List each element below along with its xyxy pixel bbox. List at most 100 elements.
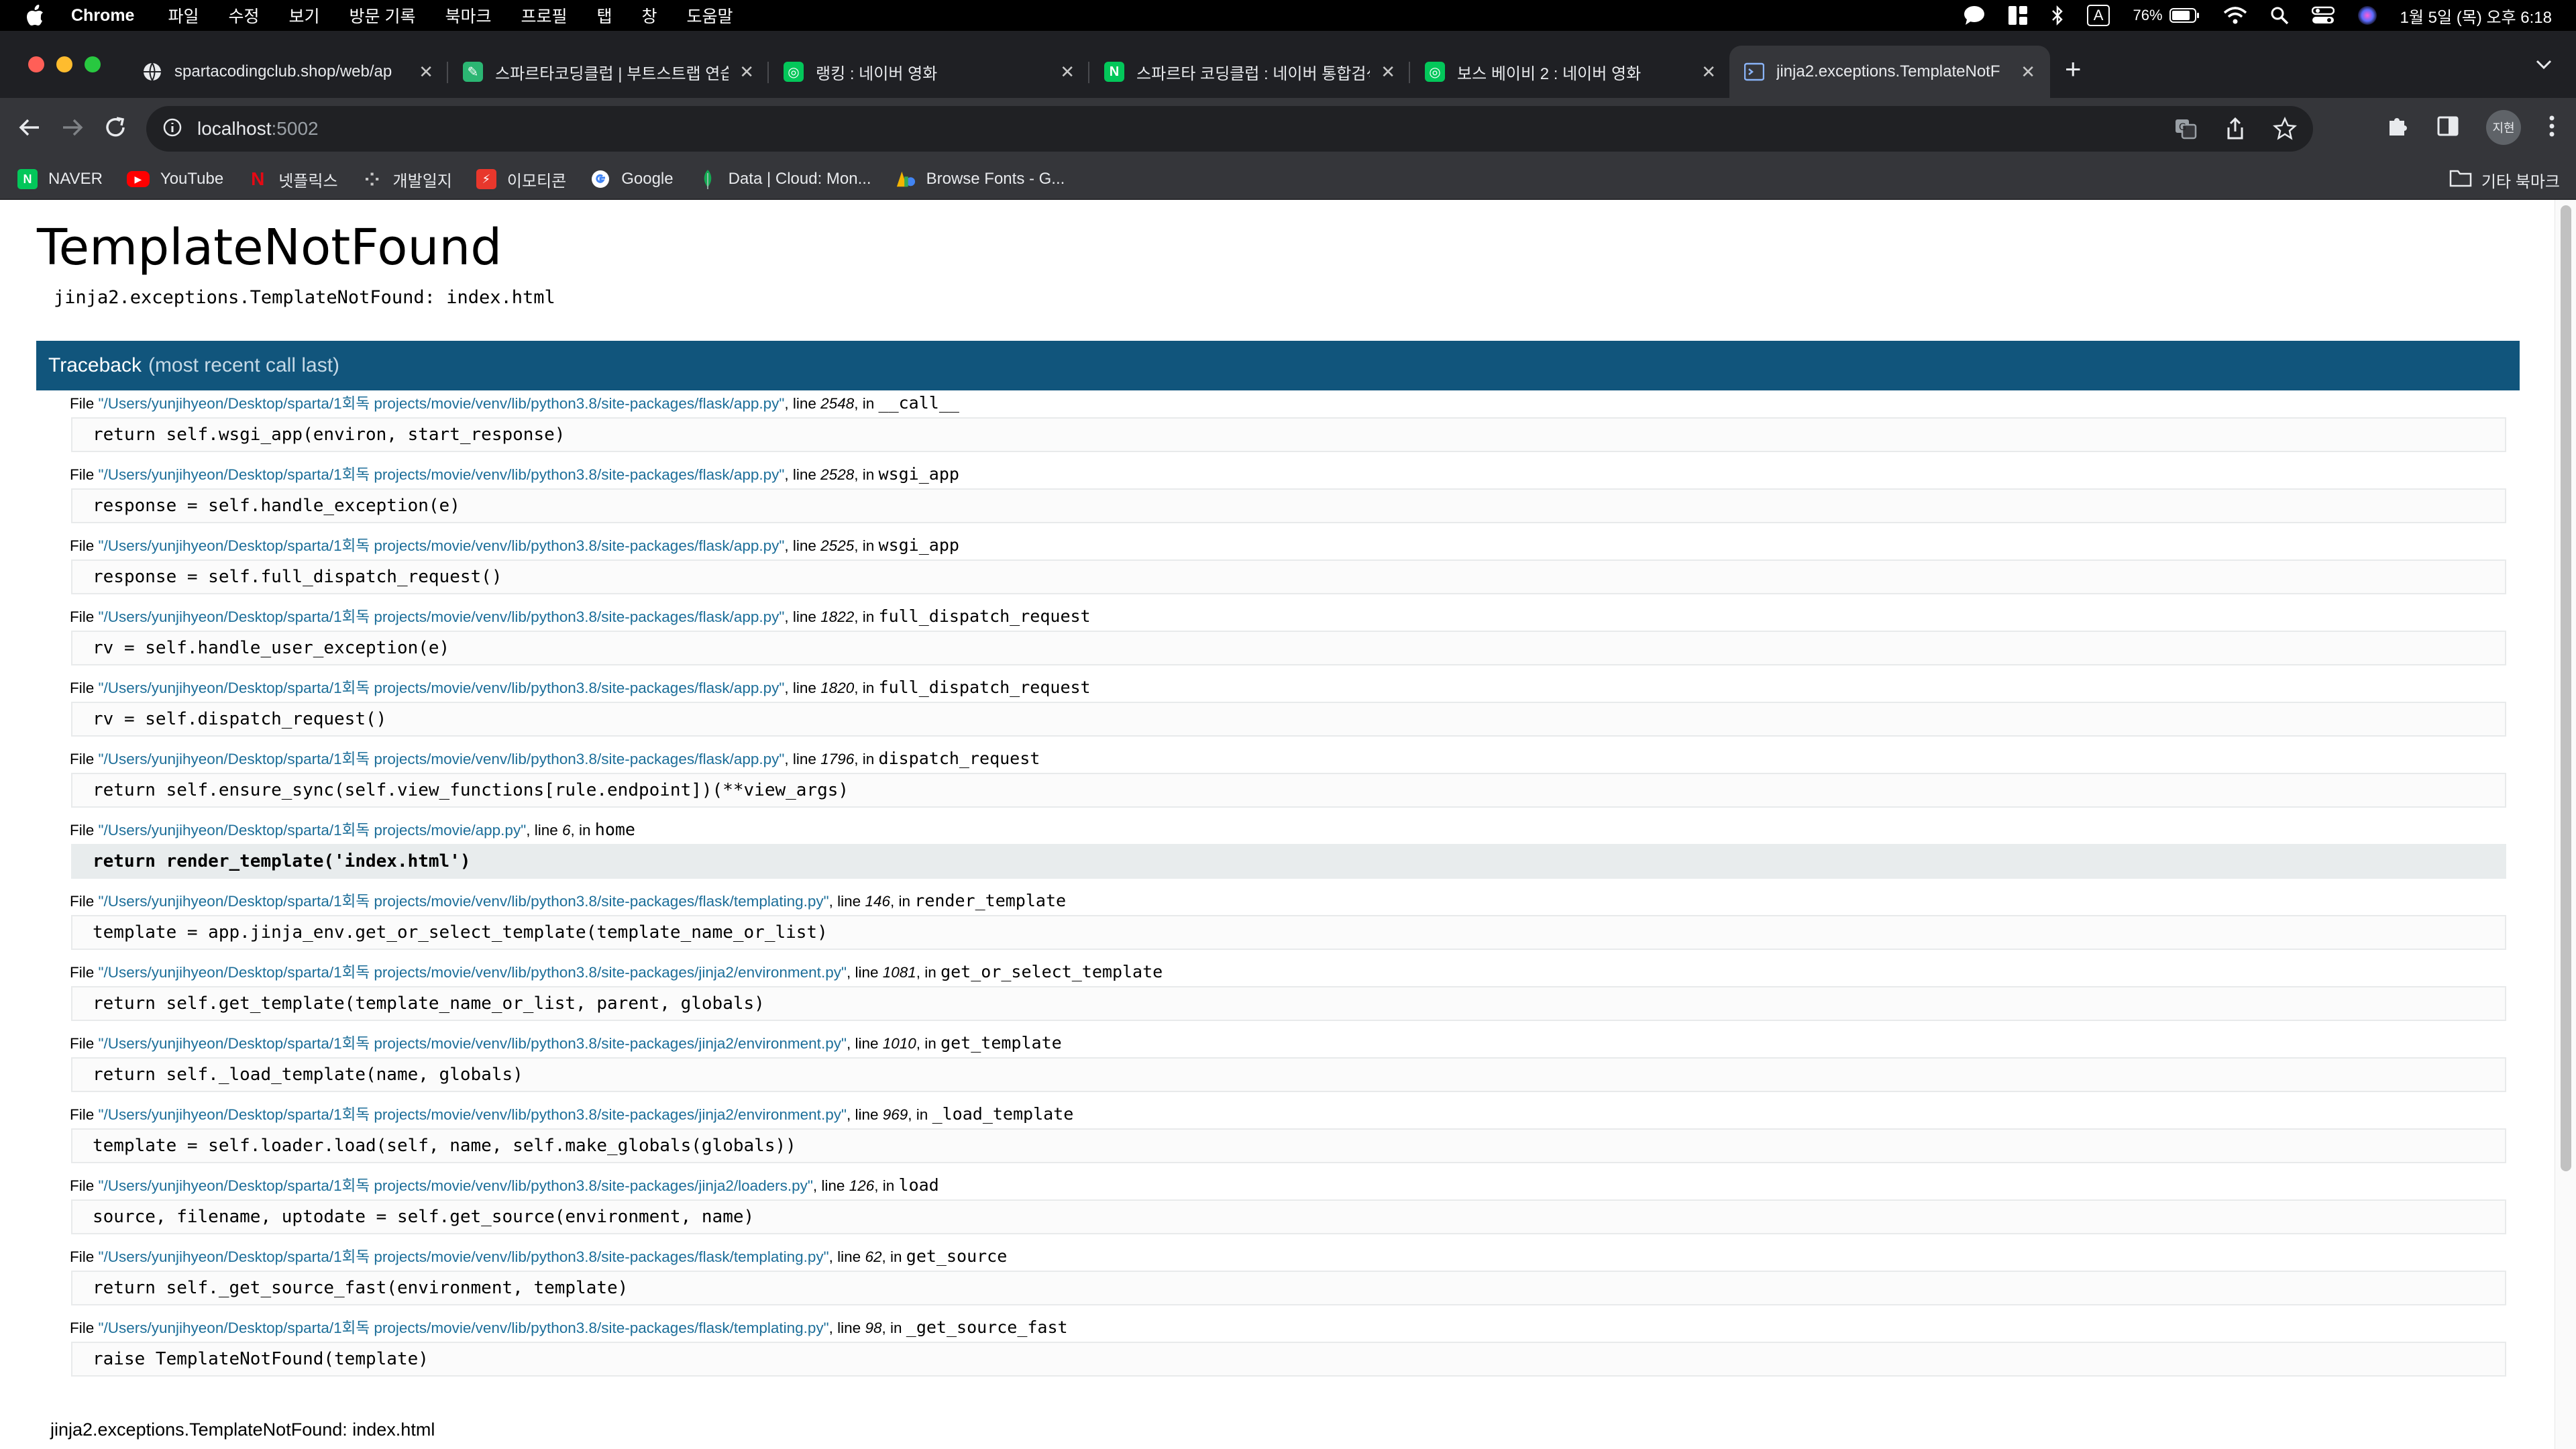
new-tab-plus-icon[interactable]: + [2065, 55, 2082, 83]
menu-history[interactable]: 방문 기록 [350, 3, 416, 28]
frame-source-line[interactable]: response = self.handle_exception(e) [71, 488, 2506, 523]
info-icon[interactable] [162, 117, 182, 141]
tab-naver-movie-bossbaby[interactable]: ◎ 보스 베이비 2 : 네이버 영화 ✕ [1410, 46, 1731, 98]
frame-file-path[interactable]: "/Users/yunjihyeon/Desktop/sparta/1회독 pr… [99, 537, 785, 554]
share-icon[interactable] [2224, 117, 2246, 144]
menu-help[interactable]: 도움말 [687, 3, 733, 28]
scrollbar-thumb[interactable] [2561, 205, 2571, 1171]
grid-app-icon[interactable] [2008, 5, 2028, 25]
frame-source-line[interactable]: source, filename, uptodate = self.get_so… [71, 1199, 2506, 1234]
menubar-clock[interactable]: 1월 5일 (목) 오후 6:18 [2400, 4, 2552, 28]
menu-app-chrome[interactable]: Chrome [71, 6, 134, 25]
side-panel-icon[interactable] [2436, 115, 2459, 141]
address-bar[interactable]: localhost:5002 G [146, 106, 2313, 152]
frame-file-path[interactable]: "/Users/yunjihyeon/Desktop/sparta/1회독 pr… [99, 680, 785, 696]
input-source-icon[interactable]: A [2086, 5, 2110, 26]
frame-source-line[interactable]: rv = self.dispatch_request() [71, 702, 2506, 737]
bluetooth-icon[interactable] [2051, 5, 2064, 26]
frame-file-path[interactable]: "/Users/yunjihyeon/Desktop/sparta/1회독 pr… [99, 751, 785, 767]
bookmark-google-fonts[interactable]: Browse Fonts - G... [896, 169, 1065, 189]
traceback-frame[interactable]: File "/Users/yunjihyeon/Desktop/sparta/1… [36, 1173, 2520, 1244]
traceback-frame[interactable]: File "/Users/yunjihyeon/Desktop/sparta/1… [36, 817, 2520, 888]
frame-file-path[interactable]: "/Users/yunjihyeon/Desktop/sparta/1회독 pr… [99, 822, 527, 839]
reload-icon[interactable] [102, 114, 129, 144]
address-url[interactable]: localhost:5002 [197, 118, 319, 140]
traceback-frame[interactable]: File "/Users/yunjihyeon/Desktop/sparta/1… [36, 1315, 2520, 1386]
menu-bookmarks[interactable]: 북마크 [445, 3, 491, 28]
frame-source-line[interactable]: template = self.loader.load(self, name, … [71, 1128, 2506, 1163]
frame-source-line[interactable]: return self.get_template(template_name_o… [71, 986, 2506, 1021]
other-bookmarks[interactable]: 기타 북마크 [2449, 160, 2560, 200]
traceback-frame[interactable]: File "/Users/yunjihyeon/Desktop/sparta/1… [36, 746, 2520, 817]
frame-source-line[interactable]: raise TemplateNotFound(template) [71, 1342, 2506, 1377]
bookmark-star-icon[interactable] [2272, 116, 2298, 144]
traceback-frame[interactable]: File "/Users/yunjihyeon/Desktop/sparta/1… [36, 675, 2520, 746]
tab-close-icon[interactable]: ✕ [1701, 62, 1716, 83]
frame-source-line[interactable]: rv = self.handle_user_exception(e) [71, 631, 2506, 665]
frame-source-line[interactable]: response = self.full_dispatch_request() [71, 559, 2506, 594]
translate-icon[interactable]: G [2174, 117, 2198, 144]
frame-file-path[interactable]: "/Users/yunjihyeon/Desktop/sparta/1회독 pr… [99, 1320, 829, 1336]
bookmark-mongodb[interactable]: Data | Cloud: Mon... [698, 169, 871, 189]
tab-jinja2-error[interactable]: jinja2.exceptions.TemplateNotF ✕ [1729, 46, 2050, 98]
menu-tab[interactable]: 탭 [597, 3, 612, 28]
bookmark-devlog[interactable]: ⁘ 개발일지 [362, 168, 452, 191]
back-arrow-icon[interactable] [16, 114, 43, 144]
tab-naver-search[interactable]: N 스파르타 코딩클럽 : 네이버 통합검색 ✕ [1089, 46, 1410, 98]
window-minimize-button[interactable] [56, 56, 72, 72]
menu-view[interactable]: 보기 [289, 3, 320, 28]
bookmark-google[interactable]: Google [590, 169, 674, 189]
menu-window[interactable]: 창 [642, 3, 657, 28]
bookmark-naver[interactable]: N NAVER [17, 169, 103, 189]
traceback-frame[interactable]: File "/Users/yunjihyeon/Desktop/sparta/1… [36, 604, 2520, 675]
traceback-frame[interactable]: File "/Users/yunjihyeon/Desktop/sparta/1… [36, 1102, 2520, 1173]
control-center-icon[interactable] [2311, 6, 2334, 25]
tab-spartacoding-bootstrap[interactable]: ✎ 스파르타코딩클럽 | 부트스트랩 연습 ✕ [448, 46, 769, 98]
traceback-frame[interactable]: File "/Users/yunjihyeon/Desktop/sparta/1… [36, 390, 2520, 462]
bookmark-netflix[interactable]: N 넷플릭스 [248, 168, 337, 191]
wifi-icon[interactable] [2223, 6, 2247, 25]
frame-file-path[interactable]: "/Users/yunjihyeon/Desktop/sparta/1회독 pr… [99, 466, 785, 483]
traceback-header[interactable]: Traceback (most recent call last) [36, 341, 2520, 390]
battery-icon[interactable] [2169, 7, 2200, 23]
tab-close-icon[interactable]: ✕ [419, 62, 433, 83]
window-close-button[interactable] [28, 56, 44, 72]
frame-source-line[interactable]: return self.ensure_sync(self.view_functi… [71, 773, 2506, 808]
page-scrollbar[interactable] [2555, 200, 2576, 1449]
tab-naver-movie-ranking[interactable]: ◎ 랭킹 : 네이버 영화 ✕ [769, 46, 1089, 98]
frame-file-path[interactable]: "/Users/yunjihyeon/Desktop/sparta/1회독 pr… [99, 1248, 829, 1265]
tab-search-chevron-icon[interactable] [2534, 58, 2553, 74]
menu-file[interactable]: 파일 [168, 3, 199, 28]
menu-edit[interactable]: 수정 [228, 3, 259, 28]
window-zoom-button[interactable] [85, 56, 101, 72]
siri-icon[interactable] [2357, 5, 2377, 25]
tab-close-icon[interactable]: ✕ [2021, 62, 2035, 83]
frame-file-path[interactable]: "/Users/yunjihyeon/Desktop/sparta/1회독 pr… [99, 893, 829, 910]
forward-arrow-icon[interactable] [59, 114, 86, 144]
frame-source-line[interactable]: return self._load_template(name, globals… [71, 1057, 2506, 1092]
traceback-frame[interactable]: File "/Users/yunjihyeon/Desktop/sparta/1… [36, 1030, 2520, 1102]
frame-file-path[interactable]: "/Users/yunjihyeon/Desktop/sparta/1회독 pr… [99, 1177, 813, 1194]
apple-icon[interactable] [25, 5, 52, 26]
frame-source-line[interactable]: template = app.jinja_env.get_or_select_t… [71, 915, 2506, 950]
frame-source-line[interactable]: return self.wsgi_app(environ, start_resp… [71, 417, 2506, 452]
bookmark-emoticon[interactable]: ⚡ 이모티콘 [476, 168, 566, 191]
frame-file-path[interactable]: "/Users/yunjihyeon/Desktop/sparta/1회독 pr… [99, 608, 785, 625]
frame-file-path[interactable]: "/Users/yunjihyeon/Desktop/sparta/1회독 pr… [99, 395, 785, 412]
messages-icon[interactable] [1964, 5, 1985, 25]
bookmark-youtube[interactable]: ▶ YouTube [126, 170, 223, 189]
tab-close-icon[interactable]: ✕ [739, 62, 754, 83]
traceback-frame[interactable]: File "/Users/yunjihyeon/Desktop/sparta/1… [36, 959, 2520, 1030]
frame-source-line[interactable]: return self._get_source_fast(environment… [71, 1271, 2506, 1305]
frame-file-path[interactable]: "/Users/yunjihyeon/Desktop/sparta/1회독 pr… [99, 1035, 847, 1052]
menu-profiles[interactable]: 프로필 [521, 3, 567, 28]
tab-spartacoding-shop[interactable]: spartacodingclub.shop/web/ap ✕ [127, 46, 448, 98]
traceback-frame[interactable]: File "/Users/yunjihyeon/Desktop/sparta/1… [36, 533, 2520, 604]
extensions-puzzle-icon[interactable] [2385, 114, 2410, 142]
traceback-frame[interactable]: File "/Users/yunjihyeon/Desktop/sparta/1… [36, 462, 2520, 533]
tab-close-icon[interactable]: ✕ [1060, 62, 1075, 83]
frame-file-path[interactable]: "/Users/yunjihyeon/Desktop/sparta/1회독 pr… [99, 1106, 847, 1123]
tab-close-icon[interactable]: ✕ [1381, 62, 1395, 83]
frame-file-path[interactable]: "/Users/yunjihyeon/Desktop/sparta/1회독 pr… [99, 964, 847, 981]
spotlight-search-icon[interactable] [2270, 6, 2289, 25]
